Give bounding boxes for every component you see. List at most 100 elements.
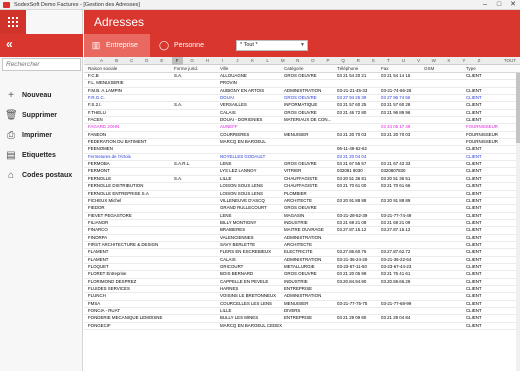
table-cell: 03 20 51 36 81 [337,175,367,181]
letter-filter-h[interactable]: H [202,57,213,65]
table-row[interactable]: Fermetures de l'Artois NOYELLES GODAULT 03… [84,154,520,162]
letter-filter-w[interactable]: W [428,57,439,65]
table-row[interactable]: FEENOMEN 06-11-46-62-62 CLIENT [84,146,520,154]
letter-filter-b[interactable]: B [111,57,122,65]
column-header[interactable]: Catégorie [284,65,304,73]
sidebar-item-supprimer[interactable]: 🗑 Supprimer [0,106,83,126]
letter-filter-i[interactable]: I [217,57,228,65]
letter-filter-t[interactable]: T [383,57,394,65]
letter-filter-p[interactable]: P [323,57,334,65]
table-row[interactable]: FERNOLLE DISTRIBUTION LOISON SOUS LENS CHA… [84,183,520,191]
table-row[interactable]: FLORET Entreprise BOIS BERNARD GROS OEUVRE… [84,271,520,279]
letter-filter-bar: TOUT ABCDEFGHIJKLMNOPQRSTUVWXYZ [84,57,520,65]
sidebar-item-codes-postaux[interactable]: ⌂ Codes postaux [0,166,83,186]
table-cell: ARCHITECTE [284,241,313,247]
table-row[interactable]: FERNOLLE ENTREPRISE S.A LOISON SOUS LENS P… [84,191,520,198]
sidebar-item-imprimer[interactable]: ⎙ Imprimer [0,126,83,146]
table-cell: F.L. MENUISERIE [88,80,124,86]
table-row[interactable]: FILIANOR BILLY MONTIGNY INDUSTRIE 03 21 69 … [84,220,520,228]
table-row[interactable]: F.C.B S.A. ALLOUAGNE GROS OEUVRE 03 21 54 20… [84,73,520,81]
letter-filter-f[interactable]: F [171,57,183,65]
search-input[interactable] [2,58,81,71]
letter-filter-s[interactable]: S [368,57,379,65]
letter-filter-all[interactable]: TOUT [504,57,516,65]
table-row[interactable]: FLOQUET GRICOURT METALLURGIE 03-23-67-11-50… [84,263,520,272]
letter-filter-u[interactable]: U [398,57,409,65]
sidebar-item-etiquettes[interactable]: ▤ Etiquettes [0,146,83,166]
table-row[interactable]: F.M.B. A.LAMPIN AUBIGNY EN ARTOIS ADMINIST… [84,88,520,96]
table-row[interactable]: FERMOBA S.A.R.L. LENS GROS OEUVRE 03 21 67 5… [84,161,520,169]
letter-filter-d[interactable]: D [141,57,152,65]
table-row[interactable]: FAGARD JOHN AUNEFF 03 44 05 17 49 FOURNISSE… [84,124,520,132]
table-row[interactable]: FONCIA - RUAT LILLE DIVERS CLIENT [84,308,520,316]
letter-filter-a[interactable]: A [96,57,107,65]
column-header[interactable]: Ville [220,65,228,73]
table-cell: GROS OEUVRE [284,73,317,78]
vertical-scrollbar[interactable] [516,73,520,371]
letter-filter-m[interactable]: M [277,57,288,65]
column-header[interactable]: Téléphone [337,65,358,73]
table-row[interactable]: FERMONT LYS LEZ LANNOY VITRIER 032081 9030 0… [84,168,520,176]
apps-menu-button[interactable] [0,10,26,34]
column-header[interactable]: Raison sociale [88,65,117,73]
letter-filter-c[interactable]: C [126,57,137,65]
table-row[interactable]: FONDERIE MECANIQUE LEMOISNE BULLY LES MIN… [84,315,520,323]
table-row[interactable]: FERNOLLE S.A. LILLE CHAUFFAGISTE 03 20 51 36… [84,175,520,184]
filter-select[interactable]: * Tout * ▼ [236,40,308,51]
letter-filter-g[interactable]: G [187,57,198,65]
table-row[interactable]: FLUNCH VOISINS LE BRETONNEUX ADMINISTRATIO… [84,293,520,301]
table-row[interactable]: FMSA COURCELLES LES LENS MENUISIER 03-21-77… [84,301,520,308]
table-cell: 03 21 57 60 28 [381,102,411,108]
table-row[interactable]: FLAMENT FLERS EN ESCREBIEUX ELECTRICITE 03.… [84,249,520,257]
table-cell: MENUISIER [284,300,309,306]
table-row[interactable]: F.R.G.C. DOUAI GROS OEUVRE 03 27 94 26 39 03… [84,95,520,103]
table-row[interactable]: FINARCO BRAIBERES MAITRE OUVRAGE 03.27.87.1… [84,227,520,235]
maximize-button[interactable]: □ [492,0,506,10]
table-row[interactable]: FLUIDES SERVICES HARNES ENTREPRISE CLIENT [84,286,520,294]
table-row[interactable]: F.L. MENUISERIE PROVIN [84,80,520,88]
letter-filter-e[interactable]: E [156,57,167,65]
table-row[interactable]: FIEDOR GRAND RULLECOURT GROS OEUVRE CLIENT [84,205,520,213]
letter-filter-k[interactable]: K [247,57,258,65]
table-row[interactable]: FLORIMOND DESPREZ CAPPELLE EN PEVELE INDUS… [84,279,520,286]
column-header[interactable]: Fax [381,65,389,73]
table-row[interactable]: FICHEUX Michel VILLENEUVE D'ASCQ ARCHITECT… [84,198,520,206]
letter-filter-n[interactable]: N [292,57,303,65]
tab-personne[interactable]: ◯ Personne [152,34,222,57]
table-row[interactable]: FIEVET PEGASTORE LENS MAGASIN 03-21-28-52-3… [84,213,520,220]
letter-filter-y[interactable]: Y [458,57,469,65]
table-row[interactable]: FACEN DOUAI - DORIGNIES MATERIAUX DE CON..… [84,117,520,125]
table-cell: ENTREPRISE [284,315,313,321]
minimize-button[interactable]: – [478,0,492,10]
table-cell: INFORMATIQUE [284,102,318,108]
table-row[interactable]: FINORPA VALENCIENNES ADMINISTRATION CLIENT [84,235,520,242]
table-row[interactable]: FEDERATION DU BATIMENT MARCQ EN BAROEUL FO… [84,139,520,147]
collapse-sidebar-button[interactable]: « [0,34,83,57]
column-header[interactable]: Forme jurid. [174,65,198,73]
table-row[interactable]: FIRST ARCHITECTURE & DESIGN SAVY BERLETTE… [84,241,520,250]
letter-filter-x[interactable]: X [443,57,454,65]
table-row[interactable]: F.S.2.I. S.A. VERSAILLES INFORMATIQUE 03 21 … [84,102,520,110]
column-header[interactable]: GSM [424,65,434,73]
sidebar-item-nouveau[interactable]: + Nouveau [0,86,83,106]
table-row[interactable]: F.THELU CALAIS GROS OEUVRE 03 21 46 72 80 03… [84,110,520,118]
letter-filter-l[interactable]: L [262,57,273,65]
table-row[interactable]: FONGECIF MARCQ EN BAROEUL CEDEX CLIENT [84,322,520,331]
scrollbar-thumb[interactable] [516,73,520,143]
table-cell: CLIENT [466,146,482,152]
tab-entreprise[interactable]: ▥ Entreprise [84,34,150,57]
column-header[interactable]: Type [466,65,476,73]
letter-filter-o[interactable]: O [307,57,318,65]
letter-filter-q[interactable]: Q [338,57,349,65]
tab-label: Personne [174,42,204,49]
table-cell: MARCQ EN BAROEUL CEDEX [220,322,282,328]
letter-filter-j[interactable]: J [232,57,243,65]
table-row[interactable]: FANEON COURRIERES MENUISIER 03 21 20 70 03 0… [84,132,520,140]
letter-filter-r[interactable]: R [353,57,364,65]
table-row[interactable]: FLAMENT CALAIS ADMINISTRATION 03-21-36-24-2… [84,257,520,264]
table-cell: CLIENT [466,263,482,269]
table-cell: BULLY LES MINES [220,315,259,321]
letter-filter-z[interactable]: Z [474,57,485,65]
close-window-button[interactable]: ✕ [506,0,520,10]
letter-filter-v[interactable]: V [413,57,424,65]
